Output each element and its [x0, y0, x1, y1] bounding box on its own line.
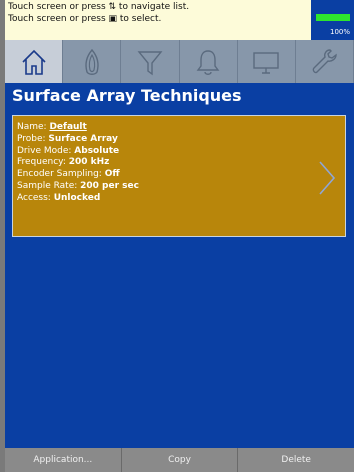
encoder-sampling-value: Off [104, 169, 120, 180]
drive-mode-row: Drive Mode: Absolute [17, 146, 139, 158]
tab-home[interactable] [5, 40, 64, 83]
name-row: Name: Default [17, 122, 139, 134]
probe-row: Probe: Surface Array [17, 134, 139, 146]
application-button[interactable]: Application... [5, 448, 122, 472]
name-label: Name: [17, 122, 50, 132]
filter-icon [137, 50, 163, 75]
probe-label: Probe: [17, 133, 49, 144]
main-tabs [5, 40, 354, 83]
sample-rate-value: 200 per sec [80, 180, 139, 191]
sample-rate-label: Sample Rate: [17, 180, 81, 191]
app-frame: Touch screen or press ⇅ to navigate list… [5, 0, 354, 472]
battery-bar [316, 14, 350, 21]
bottom-button-bar: Application... Copy Delete [5, 448, 354, 472]
tab-display[interactable] [237, 40, 296, 83]
encoder-sampling-label: Encoder Sampling: [17, 169, 105, 180]
battery-fill [316, 14, 350, 21]
access-value: Unlocked [53, 192, 101, 203]
technique-details: Name: Default Probe: Surface Array Drive… [17, 122, 139, 205]
drive-mode-label: Drive Mode: [17, 145, 75, 156]
copy-button[interactable]: Copy [121, 448, 239, 472]
tab-filter[interactable] [121, 40, 180, 83]
hint-line-1: Touch screen or press ⇅ to navigate list… [8, 2, 190, 12]
delete-button[interactable]: Delete [238, 448, 354, 472]
wrench-icon [313, 48, 338, 73]
frequency-value: 200 kHz [68, 157, 110, 168]
name-value: Default [49, 122, 87, 132]
display-icon [253, 51, 279, 74]
access-label: Access: [17, 192, 54, 203]
page-title: Surface Array Techniques [12, 86, 242, 105]
tab-settings[interactable] [295, 40, 354, 83]
battery-indicator: 100% [311, 0, 354, 40]
technique-card[interactable]: Name: Default Probe: Surface Array Drive… [12, 115, 346, 237]
probe-icon [85, 48, 99, 75]
tab-probe[interactable] [63, 40, 122, 83]
chevron-right-icon [319, 161, 336, 195]
frequency-row: Frequency: 200 kHz [17, 157, 139, 169]
battery-level-label: 100% [329, 28, 350, 36]
encoder-sampling-row: Encoder Sampling: Off [17, 169, 139, 181]
drive-mode-value: Absolute [74, 145, 120, 156]
hint-line-2: Touch screen or press ▣ to select. [8, 14, 162, 24]
probe-value: Surface Array [48, 133, 118, 144]
alarm-bell-icon [196, 49, 220, 75]
sample-rate-row: Sample Rate: 200 per sec [17, 181, 139, 193]
frequency-label: Frequency: [17, 157, 69, 168]
access-row: Access: Unlocked [17, 193, 139, 205]
hint-bar: Touch screen or press ⇅ to navigate list… [5, 0, 311, 40]
home-icon [22, 49, 46, 75]
tab-alarms[interactable] [179, 40, 238, 83]
